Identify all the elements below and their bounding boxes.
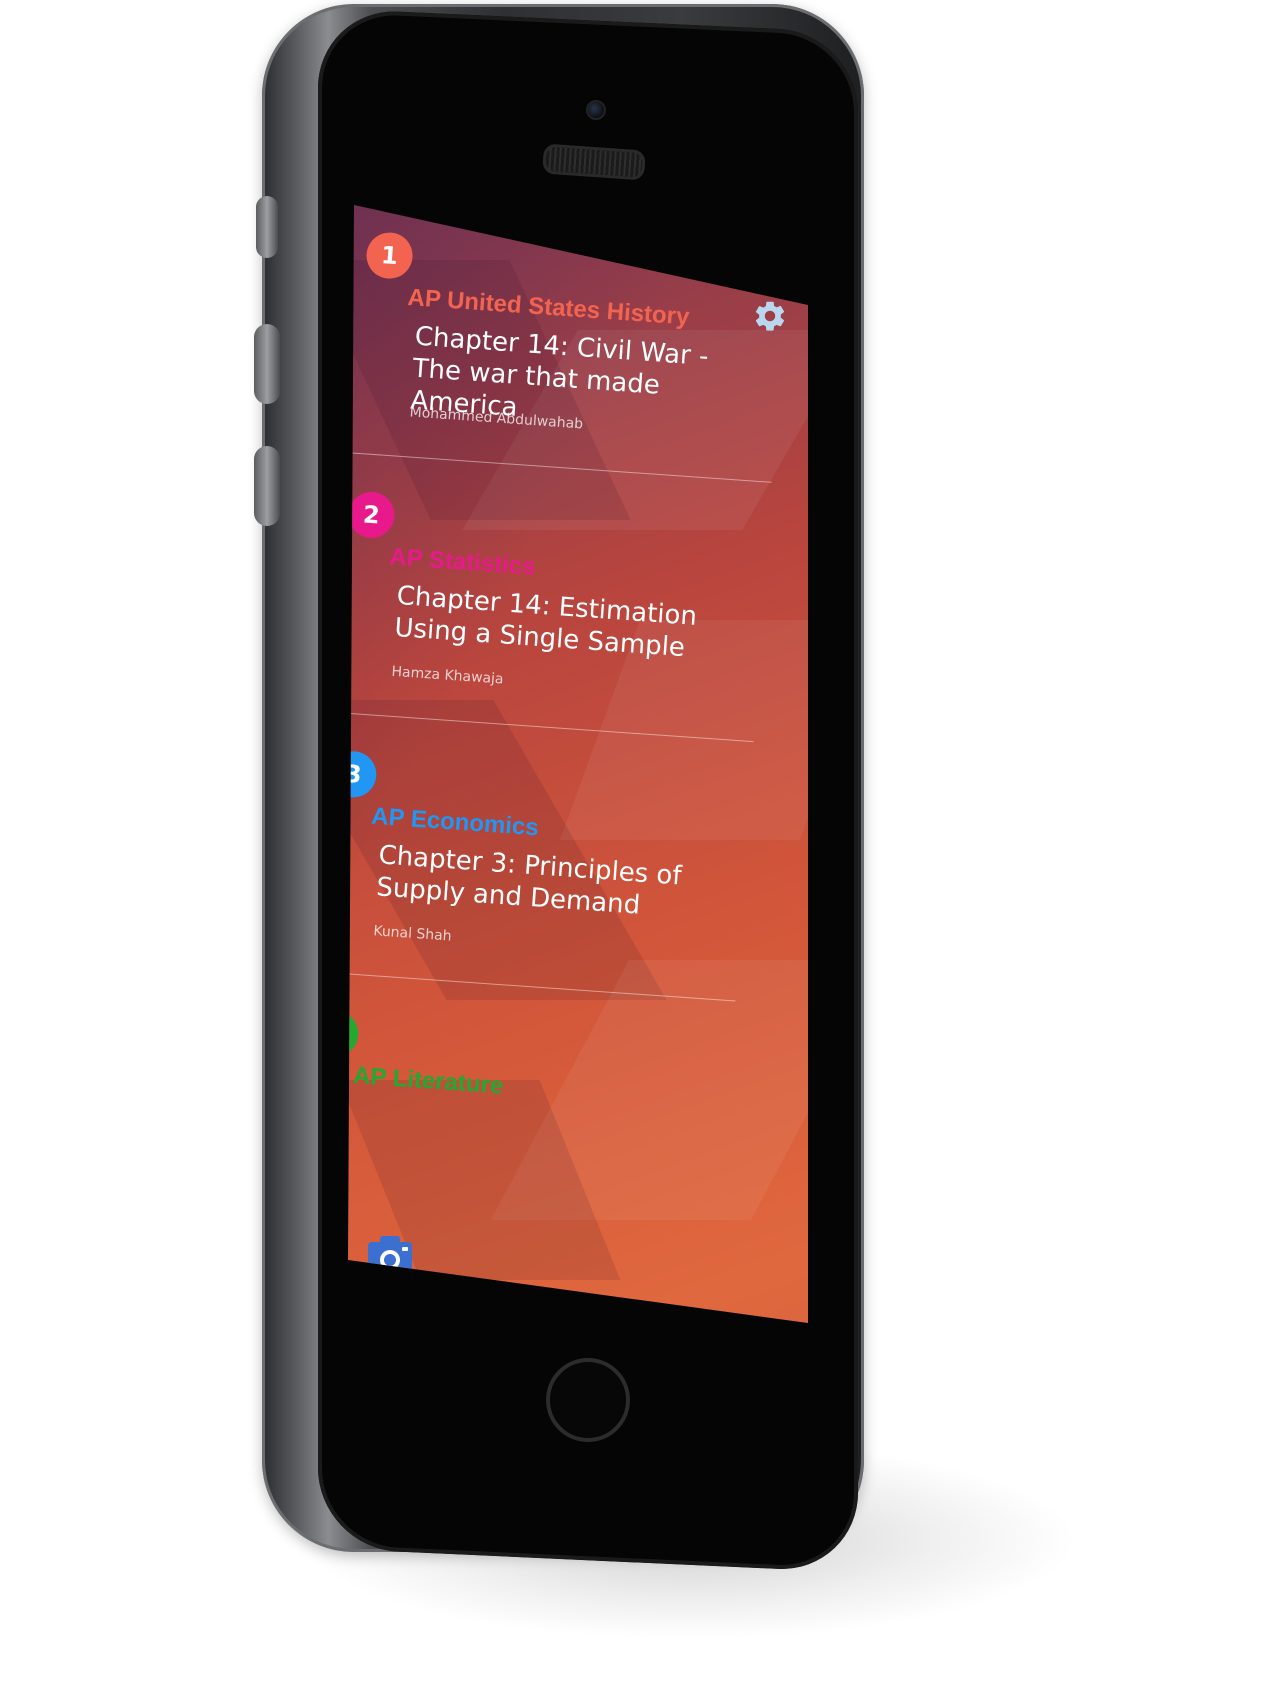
- device-mockup: 1 AP United States History Chapter 14: C…: [0, 0, 1272, 1692]
- divider: [348, 969, 736, 1002]
- course-title: AP Statistics: [388, 543, 537, 581]
- divider: [348, 451, 772, 483]
- list-item[interactable]: 3 AP Economics Chapter 3: Principles of …: [348, 749, 761, 1002]
- course-title: AP Literature: [352, 1062, 505, 1100]
- front-camera: [586, 100, 606, 120]
- gear-icon[interactable]: [752, 298, 788, 334]
- divider: [348, 710, 754, 743]
- list-item[interactable]: 2 AP Statistics Chapter 14: Estimation U…: [348, 490, 779, 743]
- volume-up-button: [254, 324, 280, 404]
- mute-switch: [256, 196, 278, 258]
- item-number-badge: 2: [348, 490, 396, 540]
- volume-down-button: [254, 446, 280, 526]
- author-name: Kunal Shah: [372, 923, 453, 945]
- author-name: Hamza Khawaja: [390, 663, 505, 688]
- chapter-title: Chapter 3: Principles of Supply and Dema…: [375, 840, 683, 921]
- home-button[interactable]: [546, 1358, 630, 1442]
- chapter-title: Chapter 14: Estimation Using a Single Sa…: [393, 580, 698, 664]
- item-number-badge: 1: [365, 231, 415, 281]
- course-title: AP Economics: [370, 802, 540, 842]
- list-item[interactable]: 4 AP Literature: [348, 1009, 743, 1100]
